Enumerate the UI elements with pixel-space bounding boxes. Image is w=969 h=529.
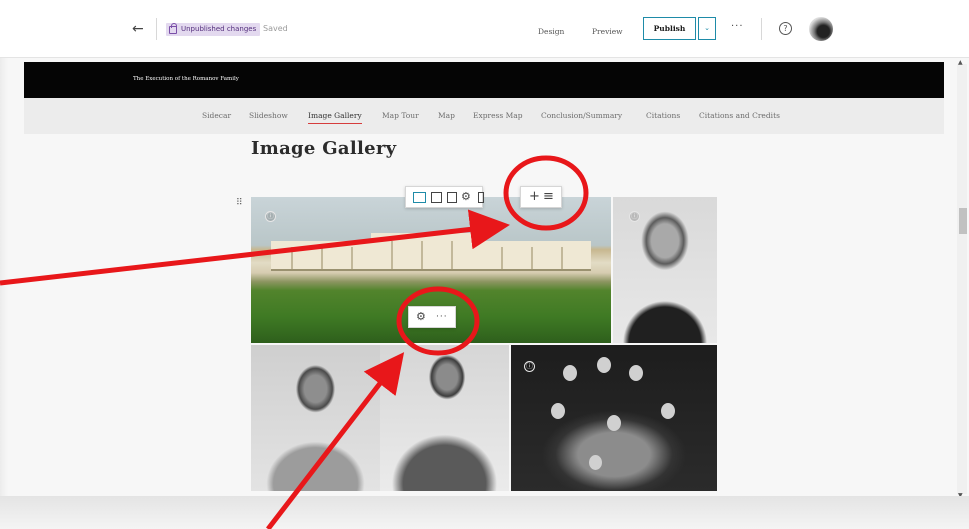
layout-standard-icon[interactable] (447, 192, 457, 203)
image-more-options-icon[interactable]: ··· (436, 312, 448, 322)
scrollbar[interactable] (957, 64, 967, 494)
preview-tab[interactable]: Preview (592, 27, 623, 36)
nav-item-map[interactable]: Map (438, 111, 455, 120)
story-navigation: Sidecar Slideshow Image Gallery Map Tour… (24, 98, 944, 134)
trash-icon[interactable] (478, 192, 484, 203)
palace-column (351, 247, 353, 269)
divider (156, 18, 157, 40)
design-tab[interactable]: Design (538, 27, 564, 36)
status-badge-label: Unpublished changes (181, 25, 257, 33)
gear-icon[interactable]: ⚙ (461, 190, 471, 203)
window-edge (0, 0, 8, 529)
palace-column (321, 247, 323, 269)
story-header: The Execution of the Romanov Family (24, 62, 944, 98)
figure (563, 365, 577, 381)
avatar[interactable] (809, 17, 833, 41)
info-icon[interactable]: ⓘ (629, 211, 640, 222)
window-bottom-edge (0, 496, 969, 529)
nav-item-map-tour[interactable]: Map Tour (382, 111, 419, 120)
figure (551, 403, 565, 419)
layout-wide-icon[interactable] (431, 192, 442, 203)
figure (629, 365, 643, 381)
saved-status: Saved (263, 24, 288, 33)
palace-column (451, 241, 453, 269)
scrollbar-thumb[interactable] (959, 208, 967, 234)
lock-icon (169, 22, 177, 34)
nav-item-citations[interactable]: Citations (646, 111, 680, 120)
gallery-image-family[interactable]: ⓘ (511, 345, 717, 491)
palace-center (371, 233, 481, 271)
drag-handle-icon[interactable]: ⠿ (236, 199, 244, 208)
top-app-bar: ← Unpublished changes Saved Design Previ… (0, 0, 969, 58)
section-title[interactable]: Image Gallery (251, 138, 396, 159)
figure (661, 403, 675, 419)
divider (761, 18, 762, 40)
image-settings-icon[interactable]: ⚙ (416, 310, 426, 323)
nav-item-image-gallery[interactable]: Image Gallery (308, 111, 362, 124)
palace-column (501, 247, 503, 269)
gallery-image-alexandra[interactable] (251, 345, 380, 491)
help-icon[interactable]: ? (779, 22, 792, 35)
scroll-up-arrow-icon[interactable]: ▲ (958, 59, 963, 66)
palace-column (291, 247, 293, 269)
app-window: ← Unpublished changes Saved Design Previ… (0, 0, 969, 529)
info-icon[interactable]: ⓘ (524, 361, 535, 372)
nav-item-slideshow[interactable]: Slideshow (249, 111, 288, 120)
story-title[interactable]: The Execution of the Romanov Family (133, 76, 239, 82)
palace-column (561, 247, 563, 269)
info-icon[interactable]: ⓘ (265, 211, 276, 222)
block-toolbar: ⚙ (405, 186, 484, 208)
palace-column (391, 241, 393, 269)
nav-item-conclusion-summary[interactable]: Conclusion/Summary (541, 111, 622, 120)
unpublished-changes-badge[interactable]: Unpublished changes (166, 22, 261, 36)
gallery-image-nicholas-portrait[interactable]: ⓘ (613, 197, 717, 343)
back-arrow-icon[interactable]: ← (132, 22, 144, 36)
figure (597, 357, 611, 373)
palace-column (531, 247, 533, 269)
more-options-icon[interactable]: ··· (731, 21, 744, 32)
figure (607, 415, 621, 431)
block-add-toolbar: + ≡ (520, 186, 562, 208)
nav-item-citations-and-credits[interactable]: Citations and Credits (699, 111, 780, 120)
palace-column (421, 241, 423, 269)
nav-item-sidecar[interactable]: Sidecar (202, 111, 231, 120)
gallery-image-nicholas-uniform[interactable] (380, 345, 509, 491)
publish-dropdown-button[interactable]: ⌄ (698, 17, 716, 40)
nav-item-express-map[interactable]: Express Map (473, 111, 523, 120)
publish-button[interactable]: Publish (643, 17, 696, 40)
figure (589, 455, 602, 470)
menu-icon[interactable]: ≡ (543, 189, 554, 204)
layout-full-icon[interactable] (413, 192, 426, 203)
image-toolbar: ⚙ ··· (408, 306, 456, 328)
add-icon[interactable]: + (529, 189, 540, 204)
